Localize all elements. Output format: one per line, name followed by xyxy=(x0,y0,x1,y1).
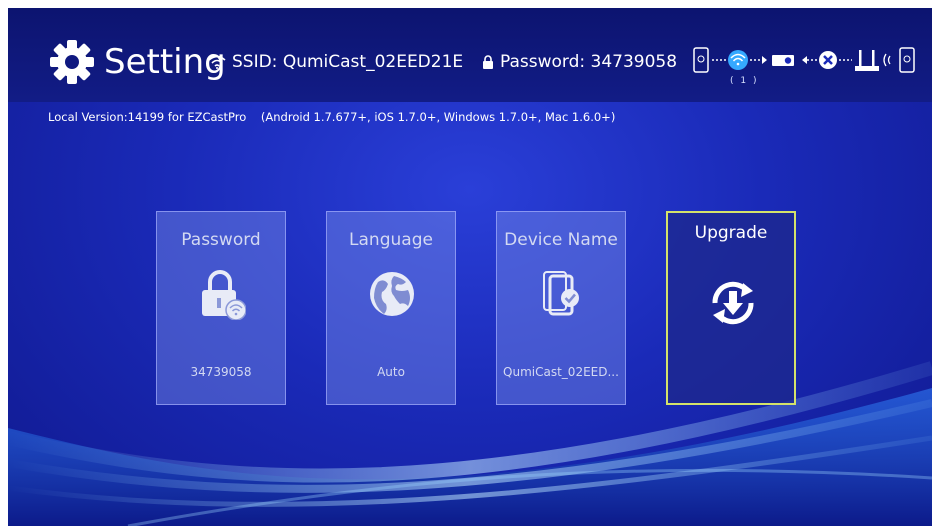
device-name-card[interactable]: Device Name QumiCast_02EED... xyxy=(496,211,626,405)
card-label: Language xyxy=(349,230,433,250)
password-text: Password: 34739058 xyxy=(500,52,678,72)
upgrade-card[interactable]: Upgrade xyxy=(666,211,796,405)
router-icon xyxy=(855,50,879,71)
password-info: Password: 34739058 xyxy=(482,52,677,72)
card-label: Upgrade xyxy=(694,223,768,243)
gear-icon xyxy=(50,40,94,84)
phone-icon-2 xyxy=(899,47,915,73)
card-value: QumiCast_02EED... xyxy=(503,365,619,379)
settings-screen: Setting SSID: QumiCast_02EED21E Password… xyxy=(8,8,932,526)
wifi-icon xyxy=(208,55,226,69)
lock-wifi-icon xyxy=(202,270,246,320)
card-label: Device Name xyxy=(504,230,618,250)
card-value: 34739058 xyxy=(190,365,252,379)
globe-icon xyxy=(370,272,414,316)
upgrade-icon xyxy=(712,281,754,325)
language-card[interactable]: Language Auto xyxy=(326,211,456,405)
connection-count: ( 1 ) xyxy=(730,76,759,86)
lock-icon xyxy=(483,55,493,69)
title-group: Setting xyxy=(48,38,226,86)
ssid-text: SSID: QumiCast_02EED21E xyxy=(232,52,464,72)
phone-icon xyxy=(693,47,709,73)
version-info: Local Version:14199 for EZCastPro (Andro… xyxy=(48,110,616,124)
phone-check-icon xyxy=(543,271,579,316)
card-value: Auto xyxy=(377,365,405,379)
connection-status-diagram xyxy=(693,47,915,73)
ssid-info: SSID: QumiCast_02EED21E xyxy=(208,52,463,72)
password-card[interactable]: Password 34739058 xyxy=(156,211,286,405)
projector-icon xyxy=(772,55,794,66)
card-label: Password xyxy=(181,230,261,250)
wifi-hotspot-icon xyxy=(728,50,748,70)
disconnected-icon xyxy=(819,51,837,69)
